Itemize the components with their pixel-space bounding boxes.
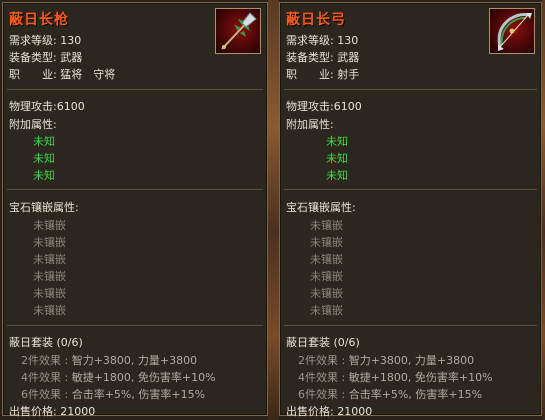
sell-price-value: 21000 [337,405,373,418]
required-level-label: 需求等级: [9,34,57,47]
equipment-type: 装备类型: 武器 [9,49,82,65]
gem-slot: 未镶嵌 [310,253,343,266]
profession-label: 职 业: [286,68,334,81]
gem-slot: 未镶嵌 [33,219,66,232]
equipment-type-value: 武器 [337,51,360,64]
gem-slot: 未镶嵌 [310,304,343,317]
equipment-type-label: 装备类型: [286,51,334,64]
set-effect-value: 敏捷+1800, 免伤害率+10% [348,371,493,384]
gem-slot: 未镶嵌 [310,236,343,249]
equipment-type-value: 武器 [60,51,83,64]
gem-slot: 未镶嵌 [33,270,66,283]
gem-slot: 未镶嵌 [310,270,343,283]
profession: 职 业: 射手 [286,66,359,82]
set-effect-label: 4件效果 [21,371,61,384]
set-effect-label: 2件效果 [298,354,338,367]
gem-slot: 未镶嵌 [33,287,66,300]
profession-label: 职 业: [9,68,57,81]
item-title: 蔽日长枪 [9,12,69,28]
gem-socket-label: 宝石镶嵌属性: [286,201,356,214]
bow-icon [489,8,535,54]
spear-icon [215,8,261,54]
extra-attr-label: 附加属性: [9,118,57,131]
divider [7,325,263,326]
physical-attack-value: 6100 [333,100,362,113]
set-effect: 6件效果 : 合击率+5%, 伤害率+15% [21,388,206,401]
set-effect-label: 4件效果 [298,371,338,384]
set-effect-value: 敏捷+1800, 免伤害率+10% [71,371,216,384]
divider [7,89,263,90]
physical-attack: 物理攻击:6100 [9,98,85,114]
background-strip [268,0,279,420]
required-level-value: 130 [337,34,359,47]
item-tooltip-right: 蔽日长弓 需求等级: 130 装备类型: 武器 职 业: 射手 物理攻击:610… [279,2,542,419]
extra-attr-item: 未知 [33,135,55,148]
divider [284,325,537,326]
set-title: 蔽日套装 (0/6) [9,336,83,349]
required-level: 需求等级: 130 [286,32,358,48]
equipment-type: 装备类型: 武器 [286,49,359,65]
gem-socket-label: 宝石镶嵌属性: [9,201,79,214]
profession-value: 猛将 守将 [60,68,116,81]
extra-attr-label: 附加属性: [286,118,334,131]
gem-slot: 未镶嵌 [310,219,343,232]
gem-slot: 未镶嵌 [33,236,66,249]
physical-attack: 物理攻击:6100 [286,98,362,114]
divider [284,89,537,90]
set-effect-value: 智力+3800, 力量+3800 [348,354,475,367]
equipment-type-label: 装备类型: [9,51,57,64]
set-effect: 4件效果 : 敏捷+1800, 免伤害率+10% [298,371,493,384]
physical-attack-value: 6100 [56,100,85,113]
set-effect: 4件效果 : 敏捷+1800, 免伤害率+10% [21,371,216,384]
extra-attr-item: 未知 [33,152,55,165]
profession: 职 业: 猛将 守将 [9,66,115,82]
required-level-label: 需求等级: [286,34,334,47]
gem-slot: 未镶嵌 [33,253,66,266]
sell-price-label: 出售价格: [9,405,57,418]
profession-value: 射手 [337,68,360,81]
physical-attack-label: 物理攻击: [9,100,57,113]
extra-attr-item: 未知 [326,135,348,148]
physical-attack-label: 物理攻击: [286,100,334,113]
set-effect-value: 合击率+5%, 伤害率+15% [348,388,483,401]
set-effect: 2件效果 : 智力+3800, 力量+3800 [21,354,198,367]
set-title: 蔽日套装 (0/6) [286,336,360,349]
divider [284,189,537,190]
sell-price-value: 21000 [60,405,96,418]
set-effect-label: 6件效果 [298,388,338,401]
sell-price-label: 出售价格: [286,405,334,418]
set-effect: 6件效果 : 合击率+5%, 伤害率+15% [298,388,483,401]
set-effect-label: 2件效果 [21,354,61,367]
sell-price: 出售价格: 21000 [9,403,95,419]
required-level: 需求等级: 130 [9,32,81,48]
set-effect-label: 6件效果 [21,388,61,401]
gem-slot: 未镶嵌 [310,287,343,300]
extra-attr-item: 未知 [33,169,55,182]
set-effect-value: 合击率+5%, 伤害率+15% [71,388,206,401]
required-level-value: 130 [60,34,82,47]
extra-attr-item: 未知 [326,152,348,165]
extra-attr-item: 未知 [326,169,348,182]
sell-price: 出售价格: 21000 [286,403,372,419]
item-title: 蔽日长弓 [286,12,346,28]
set-effect: 2件效果 : 智力+3800, 力量+3800 [298,354,475,367]
divider [7,189,263,190]
item-tooltip-left: 蔽日长枪 需求等级: 130 装备类型: 武器 职 业: 猛将 守将 物理攻击:… [2,2,268,419]
set-effect-value: 智力+3800, 力量+3800 [71,354,198,367]
gem-slot: 未镶嵌 [33,304,66,317]
